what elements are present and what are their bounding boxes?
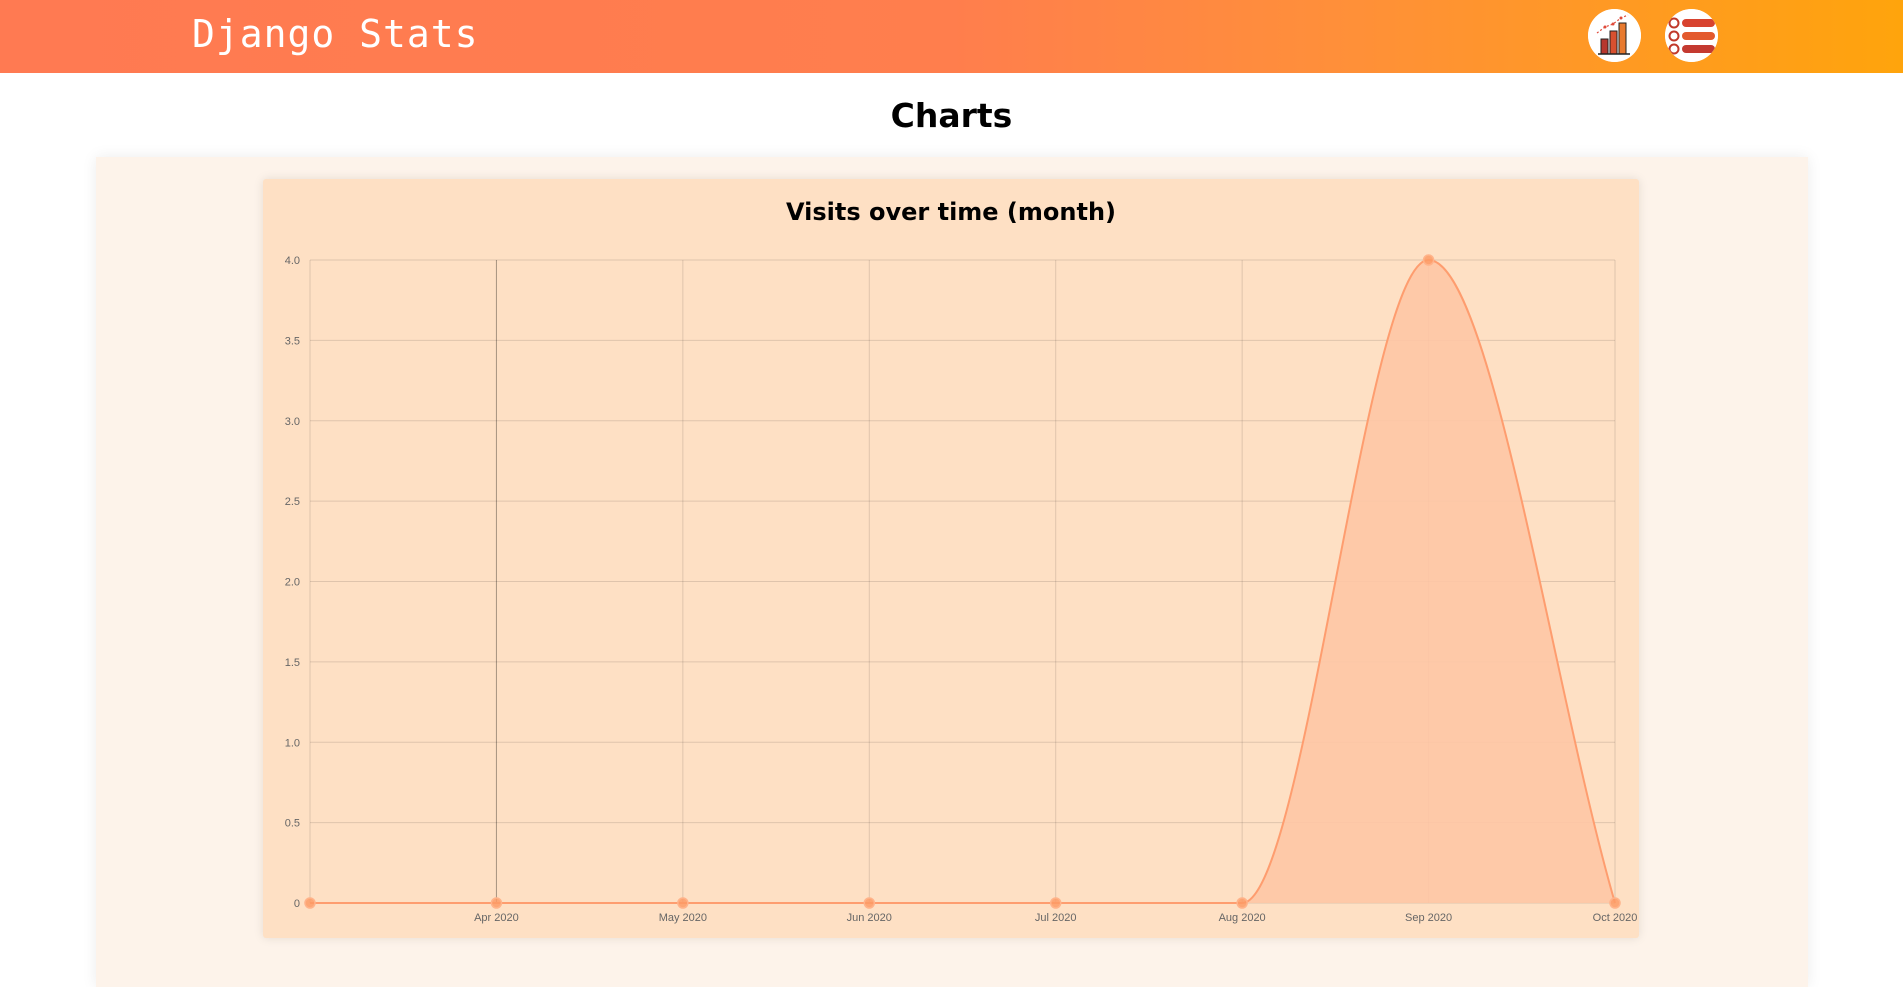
page-title: Charts [890,96,1013,135]
y-tick-label: 0.5 [285,818,300,830]
data-point[interactable] [1049,897,1062,909]
data-point[interactable] [863,897,876,909]
y-tick-label: 0 [294,898,300,910]
x-tick-label: Oct 2020 [1593,912,1638,924]
y-axis-labels: 0 0.5 1.0 1.5 2.0 2.5 3.0 3.5 4.0 [285,255,300,910]
y-tick-label: 2.0 [285,577,300,589]
bar-chart-icon[interactable] [1588,9,1641,62]
data-point[interactable] [1236,897,1248,909]
top-navbar: Django Stats [0,0,1903,73]
y-tick-label: 1.0 [285,737,300,749]
list-icon[interactable] [1665,9,1718,62]
y-tick-label: 1.5 [285,657,300,669]
bar-chart-icon-graphic [1588,9,1641,62]
data-point[interactable] [304,897,316,909]
x-tick-label: Aug 2020 [1219,912,1266,924]
x-axis-labels: Apr 2020 May 2020 Jun 2020 Jul 2020 Aug 2020… [474,912,1637,924]
y-tick-label: 3.5 [285,335,300,347]
data-point[interactable] [677,897,689,909]
y-tick-label: 4.0 [285,255,300,267]
data-point[interactable] [1422,254,1435,266]
data-point[interactable] [1609,897,1621,909]
x-tick-label: Apr 2020 [474,912,519,924]
list-icon-graphic [1665,9,1718,62]
brand-title[interactable]: Django Stats [192,12,479,56]
data-point[interactable] [490,897,503,909]
visits-chart: 0 0.5 1.0 1.5 2.0 2.5 3.0 3.5 4.0 Apr 2020 May 20… [285,254,1637,924]
x-tick-label: May 2020 [659,912,707,924]
x-tick-label: Sep 2020 [1405,912,1452,924]
x-tick-label: Jul 2020 [1035,912,1077,924]
x-tick-label: Jun 2020 [847,912,892,924]
y-tick-label: 3.0 [285,416,300,428]
y-tick-label: 2.5 [285,496,300,508]
